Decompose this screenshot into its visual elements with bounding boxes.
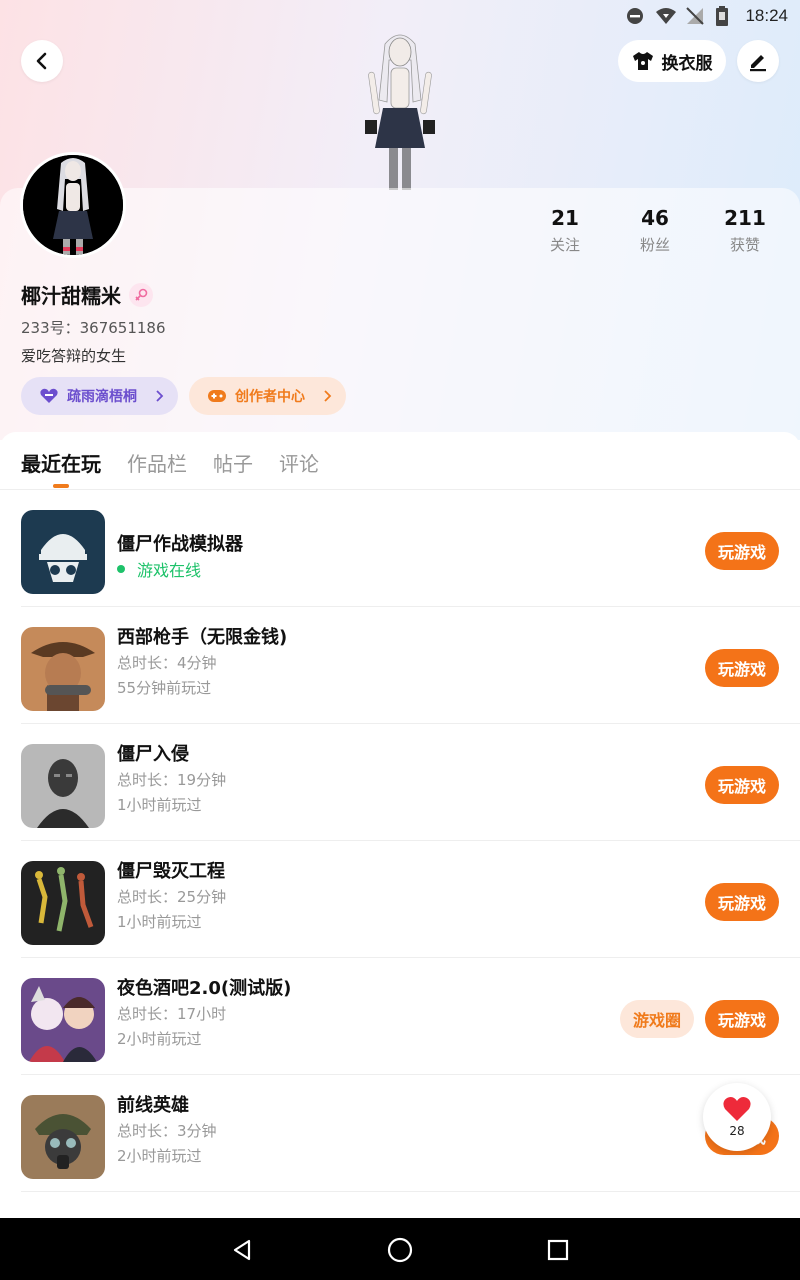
tab-works[interactable]: 作品栏 (127, 448, 187, 477)
tab-posts[interactable]: 帖子 (213, 448, 253, 477)
game-duration: 总时长：4分钟 (117, 654, 217, 672)
game-title: 僵尸作战模拟器 (117, 534, 243, 555)
list-item[interactable]: 西部枪手（无限金钱) 总时长：4分钟 55分钟前玩过 玩游戏 (0, 607, 800, 724)
tab-indicator (53, 484, 69, 488)
creator-center-chip[interactable]: 创作者中心 (189, 377, 346, 415)
stat-likes-value: 211 (724, 206, 766, 230)
nav-recents-button[interactable] (542, 1234, 574, 1266)
stat-following-label: 关注 (549, 236, 580, 254)
game-icon (21, 744, 105, 828)
nav-back-button[interactable] (226, 1234, 258, 1266)
profile-stats: 21 关注 46 粉丝 211 获赞 (520, 206, 800, 255)
gamepad-icon (208, 390, 226, 402)
pencil-icon (750, 55, 766, 72)
game-icon (21, 627, 105, 711)
wifi-icon (655, 6, 677, 26)
stat-followers-label: 粉丝 (639, 236, 670, 254)
no-signal-icon (685, 6, 705, 26)
like-count: 28 (729, 1124, 745, 1138)
divider (21, 1191, 800, 1192)
tab-comments[interactable]: 评论 (279, 448, 319, 477)
game-duration: 总时长：19分钟 (117, 771, 227, 789)
back-button[interactable] (21, 40, 63, 82)
circle-home-icon (387, 1237, 413, 1263)
battery-icon (715, 6, 735, 26)
game-icon (21, 510, 105, 594)
stat-likes-label: 获赞 (729, 236, 760, 254)
nav-home-button[interactable] (384, 1234, 416, 1266)
stat-followers[interactable]: 46 粉丝 (610, 206, 700, 255)
list-item[interactable]: 僵尸毁灭工程 总时长：25分钟 1小时前玩过 玩游戏 (0, 841, 800, 958)
list-item[interactable]: 僵尸入侵 总时长：19分钟 1小时前玩过 玩游戏 (0, 724, 800, 841)
square-recents-icon (547, 1239, 569, 1261)
stat-following[interactable]: 21 关注 (520, 206, 610, 255)
system-navigation-bar (0, 1218, 800, 1280)
stat-likes[interactable]: 211 获赞 (700, 206, 790, 255)
triangle-back-icon (233, 1239, 251, 1261)
online-status-label: 游戏在线 (137, 561, 202, 580)
username-row: 椰汁甜糯米 (21, 280, 153, 309)
change-outfit-button[interactable]: 换衣服 (618, 40, 726, 82)
game-last-played: 1小时前玩过 (117, 913, 202, 931)
game-title: 夜色酒吧2.0(测试版) (117, 978, 292, 999)
chevron-right-icon (156, 390, 164, 402)
game-title: 前线英雄 (117, 1095, 189, 1116)
edit-profile-button[interactable] (737, 40, 779, 82)
avatar-character-figure (355, 30, 445, 190)
game-icon (21, 861, 105, 945)
chevron-right-icon (324, 390, 332, 402)
change-outfit-label: 换衣服 (661, 53, 713, 74)
game-duration: 总时长：3分钟 (117, 1122, 217, 1140)
play-game-button[interactable]: 玩游戏 (705, 532, 779, 570)
family-group-chip[interactable]: 疏雨滴梧桐 (21, 377, 178, 415)
user-bio: 爱吃答辩的女生 (21, 347, 127, 365)
stat-followers-value: 46 (641, 206, 669, 230)
list-item[interactable]: 前线英雄 总时长：3分钟 2小时前玩过 玩游戏 (0, 1075, 800, 1192)
game-last-played: 55分钟前玩过 (117, 679, 212, 697)
tab-bar: 最近在玩 作品栏 帖子 评论 (0, 432, 800, 490)
game-circle-button[interactable]: 游戏圈 (620, 1000, 694, 1038)
status-time: 18:24 (745, 6, 788, 25)
status-bar: 18:24 (0, 0, 800, 34)
play-game-button[interactable]: 玩游戏 (705, 883, 779, 921)
game-last-played: 1小时前玩过 (117, 796, 202, 814)
play-game-button[interactable]: 玩游戏 (705, 649, 779, 687)
avatar[interactable] (20, 152, 126, 258)
game-title: 僵尸毁灭工程 (117, 861, 225, 882)
play-game-button[interactable]: 玩游戏 (705, 1000, 779, 1038)
creator-center-label: 创作者中心 (235, 389, 305, 405)
play-game-button[interactable]: 玩游戏 (705, 766, 779, 804)
list-item[interactable]: 僵尸作战模拟器 游戏在线 玩游戏 (0, 490, 800, 607)
female-gender-icon (129, 282, 153, 307)
username: 椰汁甜糯米 (21, 284, 121, 308)
stat-following-value: 21 (551, 206, 579, 230)
game-icon (21, 978, 105, 1062)
heart-icon (723, 1097, 751, 1121)
floating-like-button[interactable]: 28 (703, 1083, 771, 1151)
game-title: 僵尸入侵 (117, 744, 189, 765)
family-group-label: 疏雨滴梧桐 (67, 389, 137, 405)
user-id: 233号：367651186 (21, 319, 166, 337)
list-item[interactable]: 夜色酒吧2.0(测试版) 总时长：17小时 2小时前玩过 游戏圈 玩游戏 (0, 958, 800, 1075)
content-panel: 最近在玩 作品栏 帖子 评论 僵尸作战模拟器 游戏在线 玩游戏 西部枪手（无限金… (0, 432, 800, 1218)
game-duration: 总时长：17小时 (117, 1005, 227, 1023)
game-icon (21, 1095, 105, 1179)
game-title: 西部枪手（无限金钱) (117, 627, 288, 648)
game-last-played: 2小时前玩过 (117, 1147, 202, 1165)
shirt-icon (632, 52, 653, 70)
heart-link-icon (40, 388, 58, 403)
online-status: 游戏在线 (117, 557, 201, 581)
game-last-played: 2小时前玩过 (117, 1030, 202, 1048)
tab-recently-played[interactable]: 最近在玩 (21, 448, 101, 477)
chevron-left-icon (36, 52, 47, 70)
online-dot-icon (117, 565, 125, 573)
do-not-disturb-icon (625, 6, 645, 26)
game-duration: 总时长：25分钟 (117, 888, 227, 906)
